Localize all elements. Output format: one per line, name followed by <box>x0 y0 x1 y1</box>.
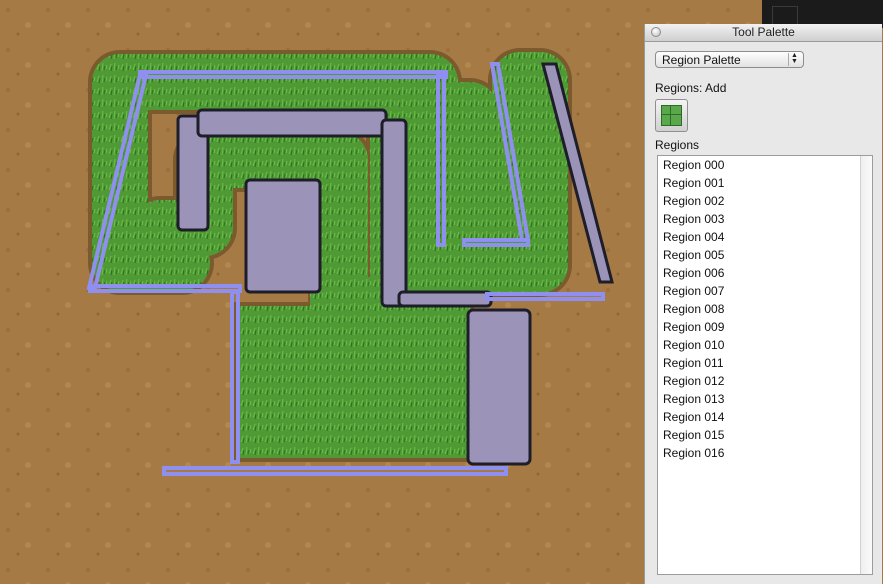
region-list-item[interactable]: Region 014 <box>663 408 724 426</box>
regions-add-label: Regions: Add <box>655 81 727 95</box>
dropdown-value: Region Palette <box>662 53 741 67</box>
region-list-item[interactable]: Region 000 <box>663 156 724 174</box>
region-list-item[interactable]: Region 002 <box>663 192 724 210</box>
region-list-item[interactable]: Region 008 <box>663 300 724 318</box>
region-list-item[interactable]: Region 003 <box>663 210 724 228</box>
region-list-item[interactable]: Region 004 <box>663 228 724 246</box>
region-list-scrollbar[interactable] <box>860 156 872 574</box>
region-list-item[interactable]: Region 015 <box>663 426 724 444</box>
regions-label: Regions <box>655 138 700 152</box>
tool-palette-window: Tool Palette Region Palette ▲ ▼ Regions: … <box>644 24 882 584</box>
region-list-item[interactable]: Region 001 <box>663 174 724 192</box>
region-list-item[interactable]: Region 016 <box>663 444 724 462</box>
region-list-item[interactable]: Region 005 <box>663 246 724 264</box>
region-list[interactable]: Region 000 Region 001 Region 002 Region … <box>657 155 873 575</box>
palette-type-dropdown[interactable]: Region Palette ▲ ▼ <box>655 51 804 68</box>
region-tile-icon <box>661 105 682 126</box>
palette-title: Tool Palette <box>732 25 795 39</box>
add-region-button[interactable] <box>655 99 688 132</box>
region-list-item[interactable]: Region 012 <box>663 372 724 390</box>
palette-titlebar[interactable]: Tool Palette <box>645 24 882 42</box>
region-list-item[interactable]: Region 010 <box>663 336 724 354</box>
popup-arrows-icon: ▲ ▼ <box>788 52 800 66</box>
region-list-item[interactable]: Region 007 <box>663 282 724 300</box>
region-list-item[interactable]: Region 006 <box>663 264 724 282</box>
region-list-item[interactable]: Region 011 <box>663 354 724 372</box>
region-list-item[interactable]: Region 013 <box>663 390 724 408</box>
region-list-item[interactable]: Region 009 <box>663 318 724 336</box>
